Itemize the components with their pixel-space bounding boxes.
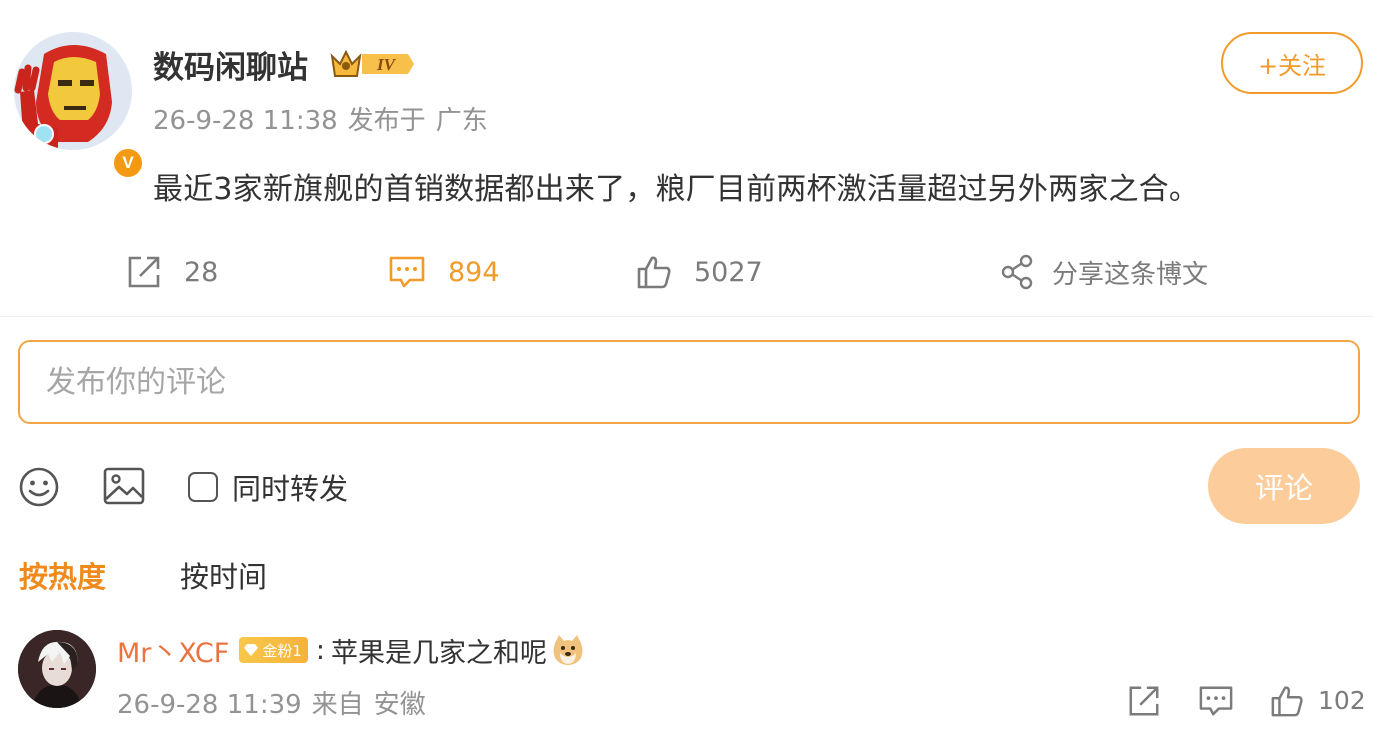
post-published-label: 发布于 <box>347 106 426 136</box>
post-location: 广东 <box>435 106 488 136</box>
fan-badge-label: 金粉1 <box>262 641 302 660</box>
author-name[interactable]: 数码闲聊站 <box>153 42 308 87</box>
verified-icon: V <box>111 146 145 180</box>
follow-button[interactable]: +关注 <box>1221 32 1363 94</box>
doge-emoji <box>553 635 583 665</box>
checkbox-icon[interactable] <box>188 472 218 502</box>
comment-repost-icon[interactable] <box>1127 684 1161 718</box>
sort-by-time-tab[interactable]: 按时间 <box>180 554 267 596</box>
submit-comment-button[interactable]: 评论 <box>1208 448 1360 524</box>
repost-icon <box>128 256 160 288</box>
comment-location: 安徽 <box>373 690 426 720</box>
repost-action[interactable]: 28 <box>126 250 218 294</box>
like-count: 5027 <box>694 256 763 288</box>
comment-count: 894 <box>448 256 500 288</box>
comment-separator: : <box>315 634 325 666</box>
comment-from-label: 来自 <box>311 690 364 720</box>
emoji-icon[interactable] <box>18 466 60 508</box>
share-icon <box>1001 254 1033 290</box>
comment-like-count: 102 <box>1318 686 1366 715</box>
divider <box>0 316 1373 317</box>
like-action[interactable]: 5027 <box>636 250 763 294</box>
share-action[interactable]: 分享这条博文 <box>1000 250 1208 294</box>
comment-text: 苹果是几家之和呢 <box>330 637 547 669</box>
comment-action[interactable]: 894 <box>388 250 500 294</box>
comment-line: Mr丶XCF 金粉1 : 苹果是几家之和呢 <box>117 630 585 670</box>
comment-username[interactable]: Mr丶XCF <box>117 631 229 670</box>
author-avatar-container[interactable]: V <box>14 32 145 180</box>
sort-by-hot-tab[interactable]: 按热度 <box>19 554 106 596</box>
weibo-post-page: V 数码闲聊站 IV 26-9-28 11:38 发布于 广东 +关注 最近3家新旗… <box>0 0 1373 732</box>
comment-reply-icon[interactable] <box>1198 684 1234 718</box>
post-meta: 26-9-28 11:38 发布于 广东 <box>153 100 498 137</box>
comment-input[interactable] <box>18 340 1360 424</box>
comment-time: 26-9-28 11:39 <box>117 690 302 720</box>
repost-checkbox[interactable]: 同时转发 <box>188 470 348 506</box>
level-badge-text: IV <box>376 55 397 74</box>
author-avatar[interactable] <box>14 32 132 150</box>
share-label: 分享这条博文 <box>1052 259 1209 290</box>
repost-label: 同时转发 <box>232 472 349 506</box>
fan-badge[interactable]: 金粉1 <box>239 637 308 663</box>
level-crown-icon[interactable]: IV <box>330 46 416 82</box>
comment-icon <box>389 256 425 288</box>
repost-count: 28 <box>184 256 219 288</box>
post-time: 26-9-28 11:38 <box>153 106 338 136</box>
like-icon <box>637 256 671 289</box>
comment-meta: 26-9-28 11:39 来自 安徽 <box>117 684 436 721</box>
comment-avatar[interactable] <box>18 630 96 708</box>
post-text: 最近3家新旗舰的首销数据都出来了，粮厂目前两杯激活量超过另外两家之合。 <box>153 172 1200 207</box>
comment-like-icon[interactable] <box>1270 684 1304 718</box>
fan-badge-icon <box>244 644 259 656</box>
image-icon[interactable] <box>102 466 146 506</box>
